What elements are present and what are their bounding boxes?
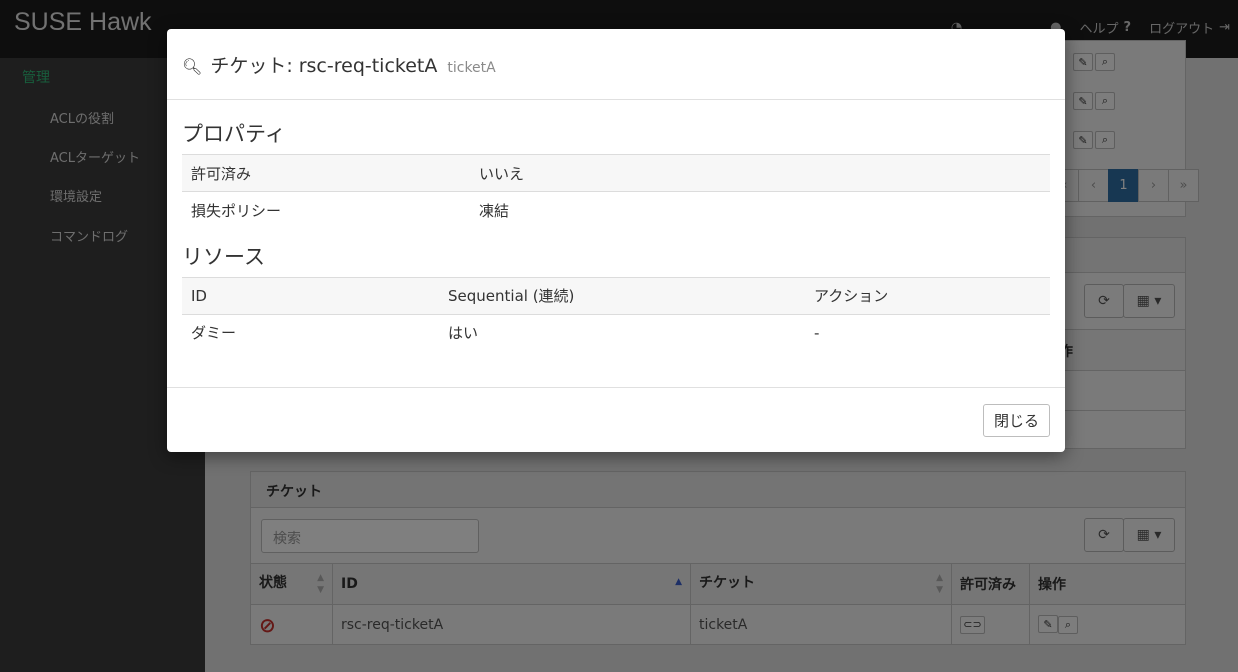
modal-title-sub: ticketA [447, 59, 496, 76]
resource-sequential: はい [439, 313, 805, 351]
modal-title: 🔍︎ チケット: rsc-req-ticketA ticketA [182, 51, 496, 78]
properties-heading: プロパティ [182, 122, 286, 146]
close-button[interactable]: 閉じる [982, 404, 1050, 437]
resources-heading: リソース [182, 244, 265, 269]
resources-col-sequential: Sequential (連続) [439, 276, 805, 314]
table-row: ダミー はい - [182, 313, 1050, 351]
ticket-detail-modal: 🔍︎ チケット: rsc-req-ticketA ticketA プロパティ 許… [167, 29, 1065, 452]
modal-body: プロパティ 許可済み いいえ 損失ポリシー 凍結 リソース ID Sequent… [167, 100, 1065, 351]
property-value: 凍結 [470, 191, 1050, 229]
property-value: いいえ [470, 154, 1050, 192]
property-key: 許可済み [182, 154, 470, 192]
resource-action: - [805, 313, 1050, 351]
modal-title-id: rsc-req-ticketA [298, 54, 438, 77]
resources-table: ID Sequential (連続) アクション ダミー はい - [182, 276, 1050, 351]
resources-col-id: ID [182, 276, 439, 314]
modal-footer: 閉じる [167, 387, 1065, 452]
resources-header-row: ID Sequential (連続) アクション [182, 276, 1050, 314]
search-icon: 🔍︎ [182, 56, 203, 76]
property-row: 許可済み いいえ [182, 154, 1050, 192]
resource-id: ダミー [182, 313, 439, 351]
property-row: 損失ポリシー 凍結 [182, 191, 1050, 229]
resources-col-action: アクション [805, 276, 1050, 314]
properties-table: 許可済み いいえ 損失ポリシー 凍結 [182, 154, 1050, 229]
property-key: 損失ポリシー [182, 191, 470, 229]
modal-header: 🔍︎ チケット: rsc-req-ticketA ticketA [167, 29, 1065, 100]
modal-title-prefix: チケット: [210, 54, 293, 77]
